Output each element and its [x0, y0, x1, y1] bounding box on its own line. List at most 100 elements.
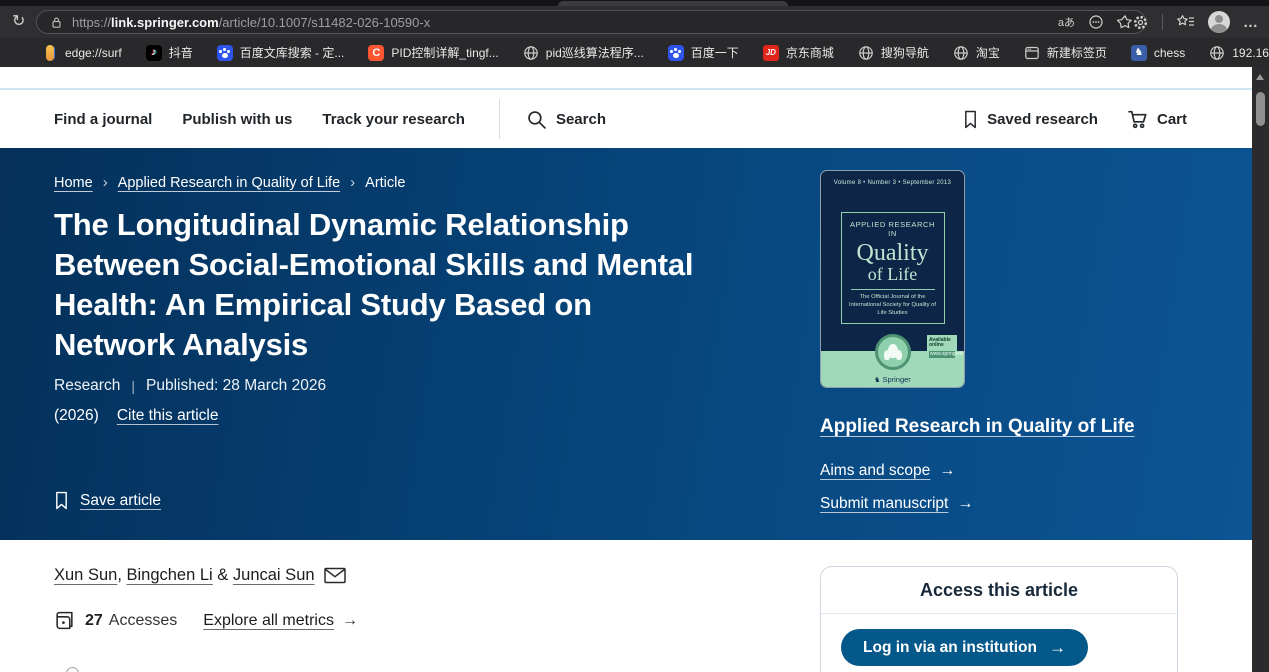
cite-this-article-link[interactable]: Cite this article [117, 407, 219, 425]
nav-track-your-research[interactable]: Track your research [322, 111, 465, 128]
header-right: Saved research Cart [963, 110, 1187, 129]
submit-manuscript-link[interactable]: Submit manuscript → [820, 495, 973, 513]
isqols-logo [875, 334, 911, 370]
springer-logo: ♞Springer [821, 375, 964, 384]
nav-find-a-journal[interactable]: Find a journal [54, 111, 152, 128]
bookmark-item[interactable]: JD京东商城 [763, 44, 834, 61]
bookmark-item[interactable]: 搜狗导航 [858, 44, 929, 61]
metrics-row: 27 Accesses Explore all metrics → [54, 610, 358, 631]
globe-icon [953, 45, 969, 61]
refresh-icon[interactable]: ↻ [12, 6, 25, 38]
bookmark-item[interactable]: 新建标签页 [1024, 44, 1107, 61]
author-link[interactable]: Bingchen Li [126, 566, 212, 585]
arrow-right-icon: → [939, 462, 955, 480]
explore-metrics-link[interactable]: Explore all metrics [203, 612, 334, 630]
access-card-title: Access this article [821, 567, 1177, 613]
arrow-right-icon: → [1049, 638, 1066, 658]
url-path: /article/10.1007/s11482-026-10590-x [219, 15, 431, 30]
breadcrumb-journal[interactable]: Applied Research in Quality of Life [118, 175, 340, 191]
authors-row: Xun Sun, Bingchen Li & Juncai Sun [54, 566, 346, 585]
access-card-divider [821, 613, 1177, 614]
article-hero: Home › Applied Research in Quality of Li… [0, 148, 1252, 540]
breadcrumb-home[interactable]: Home [54, 175, 93, 191]
breadcrumb-separator: › [350, 174, 355, 191]
web-page: Find a journal Publish with us Track you… [0, 67, 1252, 672]
profile-avatar[interactable] [1208, 11, 1230, 33]
arrow-right-icon: → [342, 612, 358, 630]
published-date: Published: 28 March 2026 [146, 377, 326, 395]
browser-toolbar: ↻ https://link.springer.com/article/10.1… [0, 6, 1269, 38]
bookmark-item[interactable]: CPID控制详解_tingf... [368, 44, 498, 61]
bookmark-item[interactable]: ♞chess [1131, 45, 1185, 61]
meta-divider: | [131, 378, 135, 394]
nav-publish-with-us[interactable]: Publish with us [182, 111, 292, 128]
cart-button[interactable]: Cart [1128, 110, 1187, 129]
accesses-count: 27 [85, 612, 103, 630]
globe-icon [858, 45, 874, 61]
scrollbar-up-arrow[interactable] [1256, 74, 1264, 80]
breadcrumb: Home › Applied Research in Quality of Li… [54, 174, 405, 191]
favorite-star-icon[interactable] [1117, 14, 1133, 30]
cover-issue-line: Volume 8 • Number 3 • September 2013 [821, 180, 964, 186]
arrow-right-icon: → [957, 495, 973, 513]
author-link[interactable]: Xun Sun [54, 566, 117, 585]
translate-icon[interactable]: aあ [1058, 14, 1075, 30]
available-online-badge: Available online www.springerlink.com [927, 335, 957, 362]
article-meta: Research | Published: 28 March 2026 [54, 377, 326, 395]
browser-chrome: ↻ https://link.springer.com/article/10.1… [0, 0, 1269, 67]
search-icon [526, 109, 547, 130]
journal-name-link[interactable]: Applied Research in Quality of Life [820, 416, 1135, 438]
author-separator: & [213, 566, 233, 585]
bookmark-icon [963, 110, 978, 129]
bookmark-item[interactable]: 百度文库搜索 - 定... [217, 44, 345, 61]
bookmark-item[interactable]: 百度一下 [668, 44, 739, 61]
globe-icon [1209, 45, 1225, 61]
page-scrollbar[interactable] [1252, 67, 1269, 672]
bookmark-item[interactable]: pid巡线算法程序... [523, 44, 644, 61]
bookmarks-bar: edge://surf ♪抖音 百度文库搜索 - 定... CPID控制详解_t… [0, 38, 1269, 67]
address-bar[interactable]: https://link.springer.com/article/10.100… [36, 10, 1146, 34]
search-button[interactable]: Search [526, 109, 606, 130]
address-bar-actions: aあ [1058, 14, 1133, 30]
next-metric-icon-partial [66, 667, 79, 672]
surf-icon [42, 45, 58, 61]
journal-cover[interactable]: Volume 8 • Number 3 • September 2013 APP… [820, 170, 965, 388]
page-actions-icon[interactable] [1088, 14, 1104, 30]
article-title: The Longitudinal Dynamic Relationship Be… [54, 205, 693, 365]
aims-and-scope-link[interactable]: Aims and scope → [820, 462, 955, 480]
favorites-list-icon[interactable] [1176, 14, 1195, 30]
email-author-icon[interactable] [324, 567, 346, 584]
globe-icon [523, 45, 539, 61]
title-line: Between Social-Emotional Skills and Ment… [54, 245, 693, 285]
lock-icon [49, 15, 64, 30]
breadcrumb-separator: › [103, 174, 108, 191]
cover-title-box: APPLIED RESEARCH IN Quality of Life The … [841, 212, 945, 324]
title-line: Health: An Empirical Study Based on [54, 285, 693, 325]
access-this-article-card: Access this article Log in via an instit… [820, 566, 1178, 672]
scrollbar-thumb[interactable] [1256, 92, 1265, 126]
cite-row: (2026) Cite this article [54, 407, 218, 425]
title-line: The Longitudinal Dynamic Relationship [54, 205, 693, 245]
title-line: Network Analysis [54, 325, 693, 365]
springer-horse-icon: ♞ [874, 377, 880, 384]
article-body-top: Xun Sun, Bingchen Li & Juncai Sun 27 Acc… [0, 540, 1252, 672]
save-article-button[interactable]: Save article [54, 491, 161, 510]
bookmark-item[interactable]: 192.168.9.62 [1209, 45, 1269, 61]
url-protocol: https:// [72, 15, 111, 30]
extensions-icon[interactable] [1132, 14, 1149, 31]
page-top-strip [0, 67, 1252, 88]
author-link[interactable]: Juncai Sun [233, 566, 315, 585]
baidu-doc-icon [217, 45, 233, 61]
header-divider [499, 99, 500, 139]
browser-menu-icon[interactable]: … [1243, 14, 1259, 31]
screen: ↻ https://link.springer.com/article/10.1… [0, 0, 1269, 672]
new-tab-icon [1024, 45, 1040, 61]
bookmark-item[interactable]: edge://surf [42, 45, 122, 61]
bookmark-item[interactable]: 淘宝 [953, 44, 1000, 61]
login-institution-button[interactable]: Log in via an institution → [841, 629, 1088, 666]
baidu-icon [668, 45, 684, 61]
cart-icon [1128, 110, 1148, 129]
saved-research-button[interactable]: Saved research [963, 110, 1098, 129]
toolbar-right: … [1132, 6, 1269, 38]
bookmark-item[interactable]: ♪抖音 [146, 44, 193, 61]
